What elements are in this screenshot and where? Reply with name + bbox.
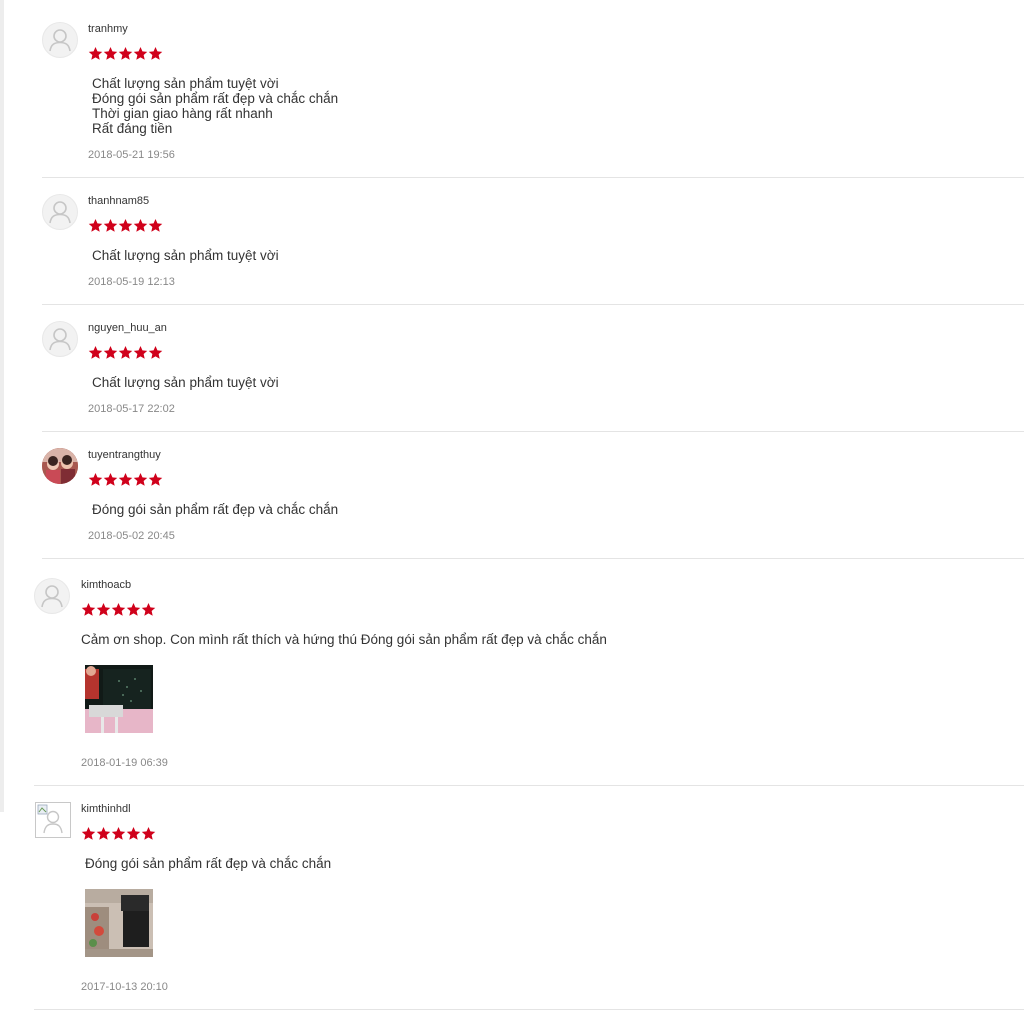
review-username[interactable]: kimthinhdl [81,803,131,815]
review-comment-line: Chất lượng sản phẩm tuyệt vời [92,375,279,390]
review-comment-line: Cảm ơn shop. Con mình rất thích và hứng … [81,632,607,647]
star-icon [111,602,126,616]
star-icon [126,602,141,616]
rating-stars [88,472,163,487]
rating-stars [88,345,163,360]
review-comment-line: Chất lượng sản phẩm tuyệt vời [92,76,279,91]
star-icon [148,345,163,359]
review-comment-line: Đóng gói sản phẩm rất đẹp và chắc chắn [85,856,332,871]
star-icon [148,46,163,60]
review-comment-line: Đóng gói sản phẩm rất đẹp và chắc chắn [92,91,339,106]
star-icon [118,472,133,486]
star-icon [133,46,148,60]
star-icon [126,826,141,840]
star-icon [118,218,133,232]
review-date: 2018-01-19 06:39 [81,757,168,769]
default-avatar-icon[interactable] [42,321,78,357]
review-username[interactable]: tranhmy [88,23,128,35]
user-photo-avatar[interactable] [42,448,78,484]
star-icon [141,602,156,616]
rating-stars [88,218,163,233]
star-icon [133,472,148,486]
review-divider [34,1009,1024,1010]
star-icon [96,826,111,840]
review-comment-line: Rất đáng tiền [92,121,173,136]
review-date: 2018-05-02 20:45 [88,530,175,542]
review-username[interactable]: thanhnam85 [88,195,149,207]
star-icon [88,472,103,486]
review-username[interactable]: nguyen_huu_an [88,322,167,334]
star-icon [133,218,148,232]
star-icon [133,345,148,359]
review-photo-thumbnail[interactable] [85,889,153,957]
star-icon [88,345,103,359]
default-avatar-icon[interactable] [34,578,70,614]
star-icon [118,46,133,60]
star-icon [88,46,103,60]
star-icon [148,472,163,486]
broken-image-avatar-icon[interactable] [35,802,71,838]
rating-stars [88,46,163,61]
star-icon [148,218,163,232]
review-comment-line: Chất lượng sản phẩm tuyệt vời [92,248,279,263]
star-icon [81,602,96,616]
review-divider [34,785,1024,786]
star-icon [103,46,118,60]
review-comment-line: Đóng gói sản phẩm rất đẹp và chắc chắn [92,502,339,517]
star-icon [103,472,118,486]
star-icon [118,345,133,359]
review-username[interactable]: tuyentrangthuy [88,449,161,461]
default-avatar-icon[interactable] [42,22,78,58]
star-icon [111,826,126,840]
review-date: 2018-05-19 12:13 [88,276,175,288]
left-border [0,0,4,812]
star-icon [81,826,96,840]
star-icon [141,826,156,840]
star-icon [103,218,118,232]
star-icon [88,218,103,232]
star-icon [96,602,111,616]
review-divider [42,431,1024,432]
review-date: 2018-05-21 19:56 [88,149,175,161]
review-divider [42,304,1024,305]
review-date: 2018-05-17 22:02 [88,403,175,415]
review-divider [42,177,1024,178]
rating-stars [81,826,156,841]
star-icon [103,345,118,359]
review-date: 2017-10-13 20:10 [81,981,168,993]
review-divider [42,558,1024,559]
rating-stars [81,602,156,617]
review-username[interactable]: kimthoacb [81,579,131,591]
review-comment-line: Thời gian giao hàng rất nhanh [92,106,273,121]
default-avatar-icon[interactable] [42,194,78,230]
review-photo-thumbnail[interactable] [85,665,153,733]
